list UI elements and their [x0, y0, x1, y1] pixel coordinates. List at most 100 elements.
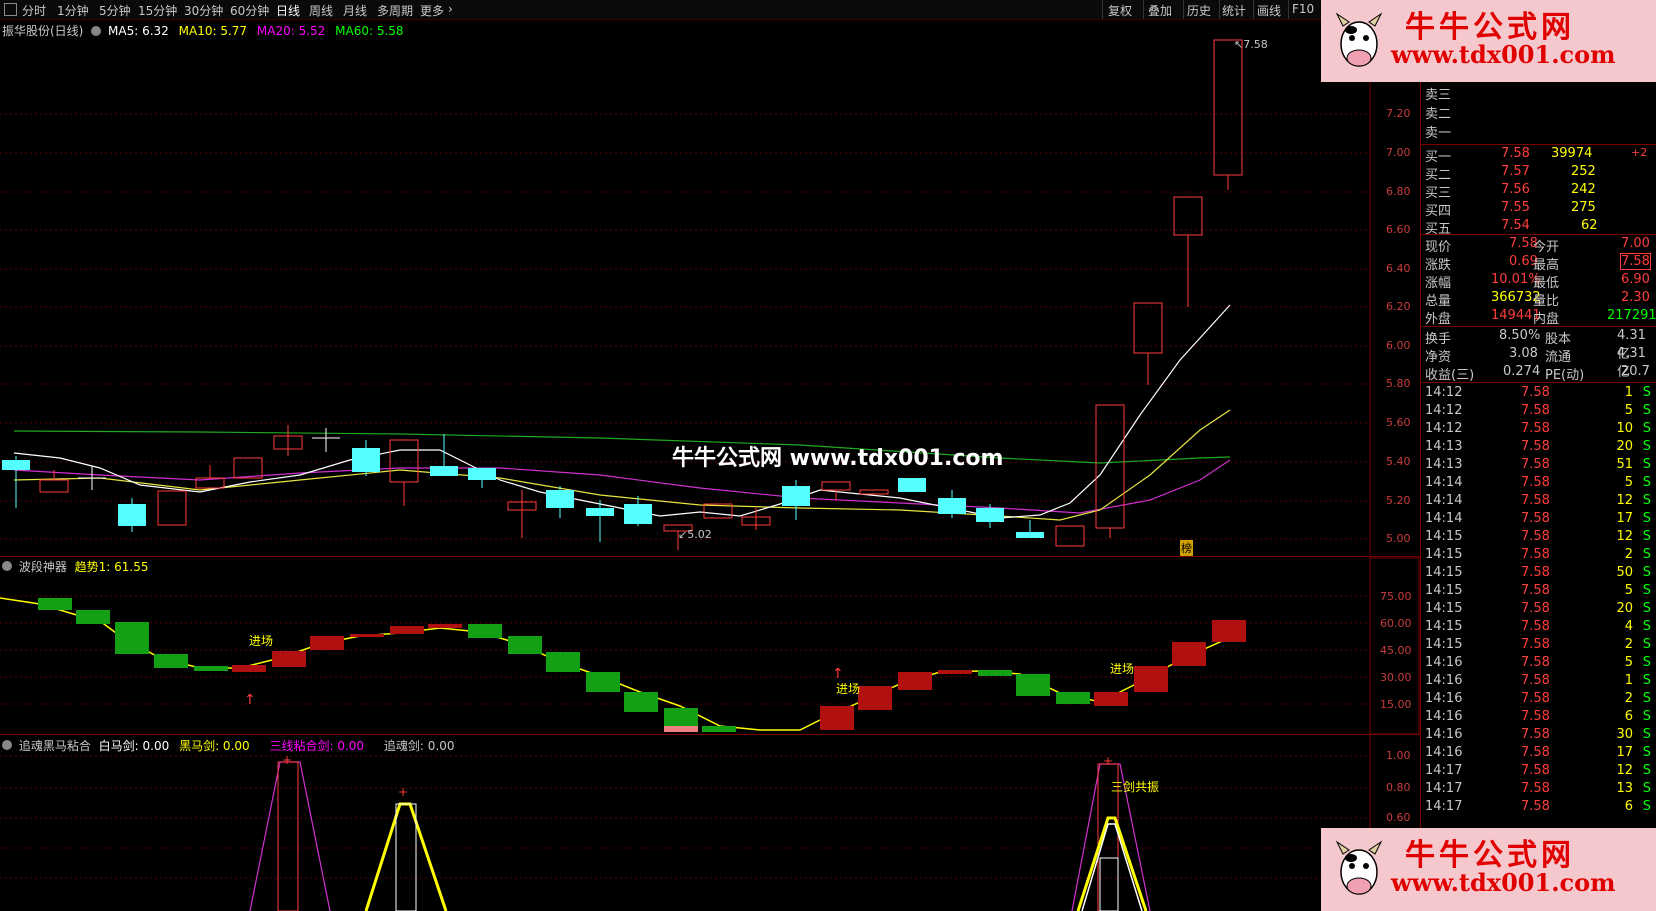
- menu-icon[interactable]: [4, 3, 17, 16]
- ma10-line: [13, 409, 1231, 521]
- candle: [39, 479, 69, 493]
- bar: [820, 706, 854, 730]
- tick-row: 14:12 7.58 10 S: [1425, 421, 1651, 436]
- chevron-right-icon[interactable]: ›: [448, 2, 453, 16]
- bar: [390, 626, 424, 634]
- ma60-line: [13, 430, 1231, 464]
- tab-period-3[interactable]: 15分钟: [138, 2, 177, 19]
- bar: [154, 654, 188, 668]
- bar: [194, 666, 228, 671]
- tick-row: 14:14 7.58 12 S: [1425, 493, 1651, 508]
- ad-banner-bottom[interactable]: 牛牛公式网 www.tdx001.com: [1321, 828, 1656, 911]
- bar: [1172, 642, 1206, 666]
- candle: [821, 481, 851, 491]
- candles: [2, 39, 1243, 550]
- bar: [272, 651, 306, 667]
- svg-text:+: +: [282, 753, 292, 767]
- tab-period-9[interactable]: 多周期: [377, 2, 413, 19]
- tick-row: 14:12 7.58 1 S: [1425, 385, 1651, 400]
- sell-level-3: 卖三: [1425, 88, 1452, 103]
- tick-row: 14:16 7.58 6 S: [1425, 709, 1651, 724]
- buy-level-4[interactable]: 买四 7.55 275: [1421, 200, 1656, 219]
- kline-chart[interactable]: [0, 20, 1420, 556]
- bar: [508, 636, 542, 654]
- bar: [428, 624, 462, 628]
- quote-panel: 卖三 卖二 卖一 买一 7.58 39974 +2 买二 7.57 252 买三 7.56 2…: [1420, 0, 1656, 911]
- tick-row: 14:15 7.58 20 S: [1425, 601, 1651, 616]
- tick-row: 14:15 7.58 4 S: [1425, 619, 1651, 634]
- tab-period-10[interactable]: 更多: [420, 2, 444, 19]
- sell-book: 卖三 卖二 卖一: [1421, 84, 1656, 144]
- tab-period-7[interactable]: 周线: [309, 2, 333, 19]
- cow-logo-icon: [1335, 12, 1383, 67]
- bar: [546, 652, 580, 672]
- bar: [115, 622, 149, 654]
- bar: [468, 624, 502, 638]
- candle: [898, 478, 926, 492]
- f10-button[interactable]: F10: [1292, 2, 1314, 16]
- candle: [1213, 39, 1243, 176]
- rank-badge[interactable]: 榜: [1180, 540, 1193, 556]
- tick-row: 14:16 7.58 2 S: [1425, 691, 1651, 706]
- tick-row: 14:16 7.58 17 S: [1425, 745, 1651, 760]
- rights-adjust-button[interactable]: 复权: [1108, 2, 1132, 19]
- buy-level-3[interactable]: 买三 7.56 242: [1421, 182, 1656, 201]
- entry-label: 进场: [1110, 662, 1135, 676]
- ad-url: www.tdx001.com: [1391, 40, 1616, 69]
- sell-level-2: 卖二: [1425, 107, 1452, 122]
- tick-row: 14:15 7.58 12 S: [1425, 529, 1651, 544]
- tick-row: 14:16 7.58 1 S: [1425, 673, 1651, 688]
- stats-button[interactable]: 统计: [1222, 2, 1246, 19]
- bar: [938, 670, 972, 674]
- candle: [1173, 196, 1203, 236]
- up-arrow-icon: ↑: [244, 692, 256, 708]
- tab-period-8[interactable]: 月线: [343, 2, 367, 19]
- history-button[interactable]: 历史: [1187, 2, 1211, 19]
- draw-button[interactable]: 画线: [1257, 2, 1281, 19]
- tab-period-4[interactable]: 30分钟: [184, 2, 223, 19]
- candle: [157, 490, 187, 526]
- high-price-label: ↖7.58: [1234, 38, 1268, 51]
- center-watermark: 牛牛公式网 www.tdx001.com: [672, 446, 1004, 471]
- cow-logo-icon: [1335, 840, 1383, 895]
- bar: [586, 672, 620, 692]
- bar: [232, 665, 266, 672]
- tab-period-1[interactable]: 1分钟: [57, 2, 89, 19]
- ad-url: www.tdx001.com: [1391, 868, 1616, 897]
- tab-period-0[interactable]: 分时: [22, 2, 46, 19]
- tab-period-5[interactable]: 60分钟: [230, 2, 269, 19]
- tick-row: 14:15 7.58 5 S: [1425, 583, 1651, 598]
- tab-period-6[interactable]: 日线: [276, 2, 300, 19]
- indicator1-chart[interactable]: ↑ ↑: [0, 556, 1420, 736]
- buy-level-2[interactable]: 买二 7.57 252: [1421, 164, 1656, 183]
- candle: [1016, 532, 1044, 538]
- tick-row: 14:16 7.58 5 S: [1425, 655, 1651, 670]
- bar: [76, 610, 110, 624]
- grid: [0, 755, 1370, 879]
- tick-row: 14:13 7.58 20 S: [1425, 439, 1651, 454]
- tab-period-2[interactable]: 5分钟: [99, 2, 131, 19]
- ad-banner-top[interactable]: 牛牛公式网 www.tdx001.com: [1321, 0, 1656, 82]
- bar: [1094, 692, 1128, 706]
- candle: [1133, 302, 1163, 354]
- tick-row: 14:17 7.58 6 S: [1425, 799, 1651, 814]
- tick-row: 14:15 7.58 2 S: [1425, 637, 1651, 652]
- low-price-label: ↙5.02: [678, 528, 712, 541]
- bar: [350, 634, 384, 637]
- overlay-button[interactable]: 叠加: [1148, 2, 1172, 19]
- tick-row: 14:13 7.58 51 S: [1425, 457, 1651, 472]
- bar: [978, 670, 1012, 676]
- bar: [898, 672, 932, 690]
- candle: [430, 466, 458, 476]
- bar: [1134, 666, 1168, 692]
- svg-text:+: +: [398, 785, 408, 799]
- sell-level-1: 卖一: [1425, 126, 1452, 141]
- wave-bars: [38, 598, 1246, 732]
- tick-row: 14:14 7.58 17 S: [1425, 511, 1651, 526]
- tick-row: 14:16 7.58 30 S: [1425, 727, 1651, 742]
- bar: [1212, 620, 1246, 642]
- buy-level-1[interactable]: 买一 7.58 39974 +2: [1421, 146, 1656, 165]
- candle: [389, 439, 419, 483]
- bar: [664, 726, 698, 732]
- indicator2-chart[interactable]: + + +: [0, 734, 1420, 911]
